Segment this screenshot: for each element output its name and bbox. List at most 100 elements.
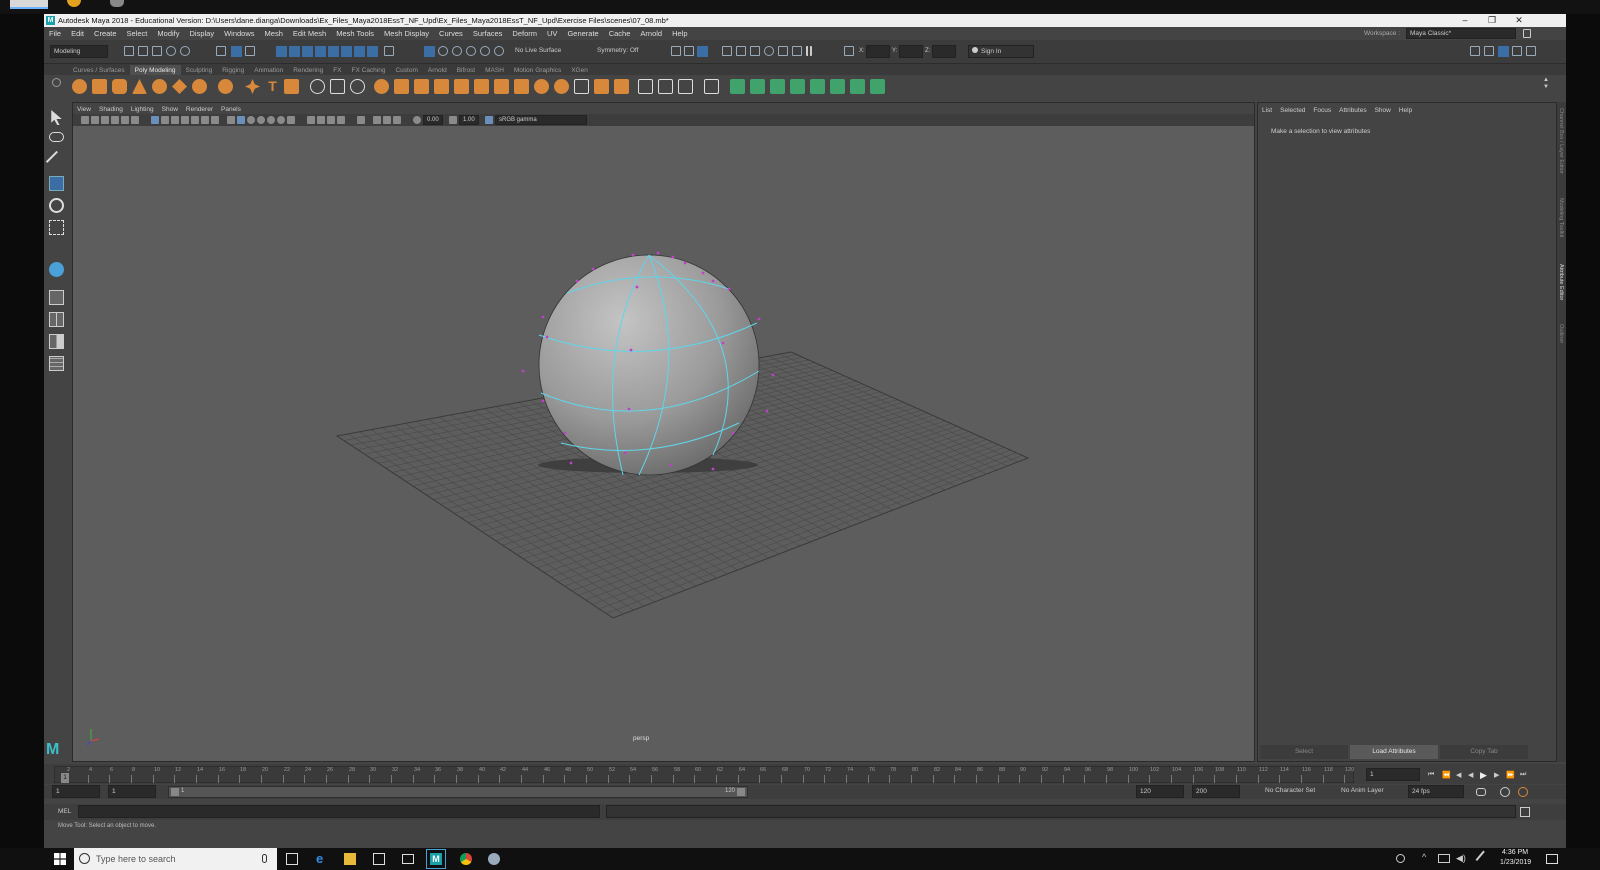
x-field[interactable] xyxy=(866,45,890,58)
camera-attributes-icon[interactable] xyxy=(91,116,99,124)
wireframe-on-shaded-icon[interactable] xyxy=(257,116,265,124)
vp-menu-lighting[interactable]: Lighting xyxy=(131,106,154,113)
playback-start-field[interactable]: 1 xyxy=(108,785,156,798)
light-editor-icon[interactable] xyxy=(792,46,802,56)
perspective-viewport[interactable]: View Shading Lighting Show Renderer Panels xyxy=(72,102,1255,762)
command-input[interactable] xyxy=(78,805,600,818)
sculpt-brush-icon[interactable] xyxy=(704,79,719,94)
lock-icon[interactable] xyxy=(1523,29,1531,38)
preferences-icon[interactable] xyxy=(1518,787,1528,797)
target-weld-icon[interactable] xyxy=(574,79,589,94)
control-vertex[interactable] xyxy=(563,431,567,435)
control-vertex[interactable] xyxy=(683,261,687,265)
toggle-channel-box-icon[interactable] xyxy=(1526,46,1536,56)
ae-menu-focus[interactable]: Focus xyxy=(1313,107,1331,114)
step-back-frame-icon[interactable]: ◀ xyxy=(1456,771,1461,779)
vp-menu-renderer[interactable]: Renderer xyxy=(186,106,213,113)
slide-edge-icon[interactable] xyxy=(678,79,693,94)
side-tab-channel-box[interactable]: Channel Box / Layer Editor xyxy=(1558,108,1564,174)
snap-point-icon[interactable] xyxy=(452,46,462,56)
anti-aliasing-icon[interactable] xyxy=(327,116,335,124)
control-vertex[interactable] xyxy=(627,407,631,411)
menu-create[interactable]: Create xyxy=(94,29,117,38)
toggle-tool-settings-icon[interactable] xyxy=(1512,46,1522,56)
collapse-icon[interactable] xyxy=(614,79,629,94)
live-surface-field[interactable]: No Live Surface xyxy=(512,45,574,58)
uv-editor-icon[interactable] xyxy=(830,79,845,94)
gamma-field[interactable]: 1.00 xyxy=(459,115,479,125)
close-icon[interactable]: ✕ xyxy=(1506,14,1532,27)
camera-select-icon[interactable] xyxy=(81,116,89,124)
smooth-icon[interactable] xyxy=(350,79,365,94)
select-hierarchy-icon[interactable] xyxy=(216,46,226,56)
taskbar-search-box[interactable]: Type here to search xyxy=(74,848,277,870)
select-object-icon[interactable] xyxy=(231,46,242,57)
auto-key-icon[interactable] xyxy=(1500,787,1510,797)
rotate-tool-icon[interactable] xyxy=(49,198,64,213)
microphone-icon[interactable] xyxy=(262,854,267,863)
new-scene-icon[interactable] xyxy=(124,46,134,56)
side-tab-outliner[interactable]: Outliner xyxy=(1558,324,1564,343)
current-frame-field[interactable]: 1 xyxy=(1366,768,1420,781)
shadows-icon[interactable] xyxy=(287,116,295,124)
single-perspective-layout-icon[interactable] xyxy=(49,290,64,305)
viewport-scene[interactable] xyxy=(73,103,1254,761)
input-output-icon[interactable] xyxy=(671,46,681,56)
mask-face-icon[interactable] xyxy=(302,46,313,57)
move-tool-icon[interactable] xyxy=(49,176,64,191)
session-tab-active[interactable] xyxy=(10,0,48,9)
chrome-taskbar-icon[interactable] xyxy=(460,853,472,865)
play-backward-icon[interactable]: ◀ xyxy=(1468,771,1473,779)
control-vertex[interactable] xyxy=(671,255,675,259)
insert-edge-loop-icon[interactable] xyxy=(534,79,549,94)
xray-icon[interactable] xyxy=(373,116,381,124)
mask-curve-icon[interactable] xyxy=(328,46,339,57)
open-scene-icon[interactable] xyxy=(138,46,148,56)
workspace-select[interactable]: Maya Classic* xyxy=(1406,28,1516,39)
control-vertex[interactable] xyxy=(591,267,595,271)
separate-icon[interactable] xyxy=(330,79,345,94)
transform-mode-icon[interactable] xyxy=(844,46,854,56)
mask-edge-icon[interactable] xyxy=(289,46,300,57)
select-tool-icon[interactable] xyxy=(51,110,62,125)
render-current-icon[interactable] xyxy=(722,46,732,56)
depth-of-field-icon[interactable] xyxy=(337,116,345,124)
four-view-layout-icon[interactable] xyxy=(49,312,64,327)
uv-camera-based-icon[interactable] xyxy=(810,79,825,94)
go-to-start-icon[interactable]: ⏮ xyxy=(1428,771,1434,779)
range-bar-start-handle[interactable] xyxy=(171,788,179,796)
control-vertex[interactable] xyxy=(711,467,715,471)
wireframe-icon[interactable] xyxy=(227,116,235,124)
poly-sphere-quick-icon[interactable] xyxy=(49,262,64,277)
exposure-field[interactable]: 0.00 xyxy=(423,115,443,125)
menu-curves[interactable]: Curves xyxy=(439,29,463,38)
maya-taskbar-icon[interactable]: M xyxy=(426,849,446,869)
control-vertex[interactable] xyxy=(521,369,525,373)
chrome-icon[interactable] xyxy=(67,0,81,7)
scene-end-field[interactable]: 200 xyxy=(1192,785,1240,798)
super-shape-icon[interactable] xyxy=(245,79,260,94)
y-field[interactable] xyxy=(899,45,923,58)
toggle-character-controls-icon[interactable] xyxy=(1484,46,1494,56)
poly-plane-icon[interactable] xyxy=(172,79,187,94)
grease-pencil-icon[interactable] xyxy=(131,116,139,124)
action-center-icon[interactable] xyxy=(1546,854,1558,864)
control-vertex[interactable] xyxy=(635,285,639,289)
clock-time[interactable]: 4:36 PM xyxy=(1502,849,1528,856)
clock-date[interactable]: 1/23/2019 xyxy=(1500,859,1531,866)
toggle-modeling-toolkit-icon[interactable] xyxy=(1470,46,1480,56)
symmetry-select[interactable]: Symmetry: Off xyxy=(594,45,654,58)
select-component-icon[interactable] xyxy=(245,46,255,56)
mask-uv-icon[interactable] xyxy=(315,46,326,57)
control-vertex[interactable] xyxy=(701,271,705,275)
menu-mesh[interactable]: Mesh xyxy=(265,29,283,38)
network-icon[interactable] xyxy=(1438,854,1450,863)
isolate-select-icon[interactable] xyxy=(357,116,365,124)
control-vertex[interactable] xyxy=(731,431,735,435)
menu-surfaces[interactable]: Surfaces xyxy=(473,29,503,38)
poly-torus-icon[interactable] xyxy=(152,79,167,94)
poly-cube-icon[interactable] xyxy=(92,79,107,94)
mirror-icon[interactable] xyxy=(394,79,409,94)
file-explorer-icon[interactable] xyxy=(344,853,356,865)
play-forward-icon[interactable]: ▶ xyxy=(1480,770,1487,781)
